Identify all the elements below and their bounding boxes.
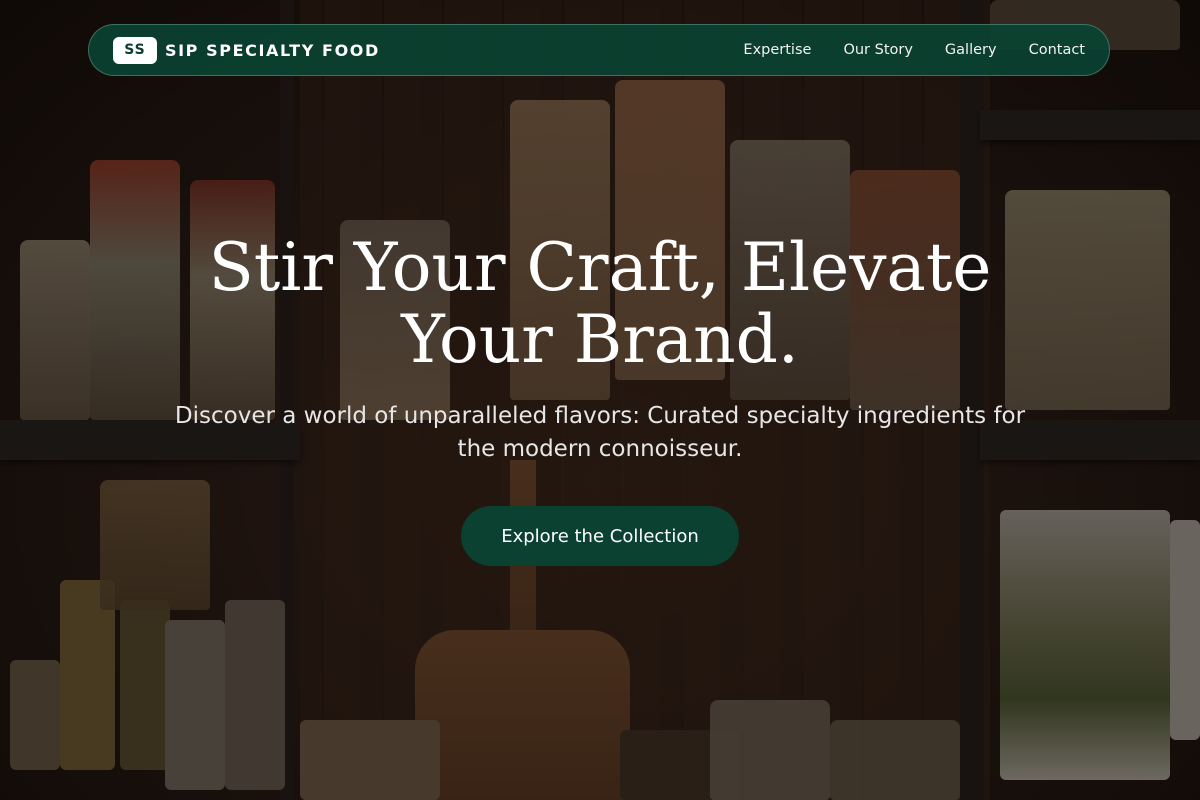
hero-section: Stir Your Craft, Elevate Your Brand. Dis… — [0, 0, 1200, 800]
hero-subtitle: Discover a world of unparalleled flavors… — [174, 403, 1026, 462]
explore-collection-button[interactable]: Explore the Collection — [461, 506, 739, 566]
hero-title: Stir Your Craft, Elevate Your Brand. — [208, 229, 992, 378]
